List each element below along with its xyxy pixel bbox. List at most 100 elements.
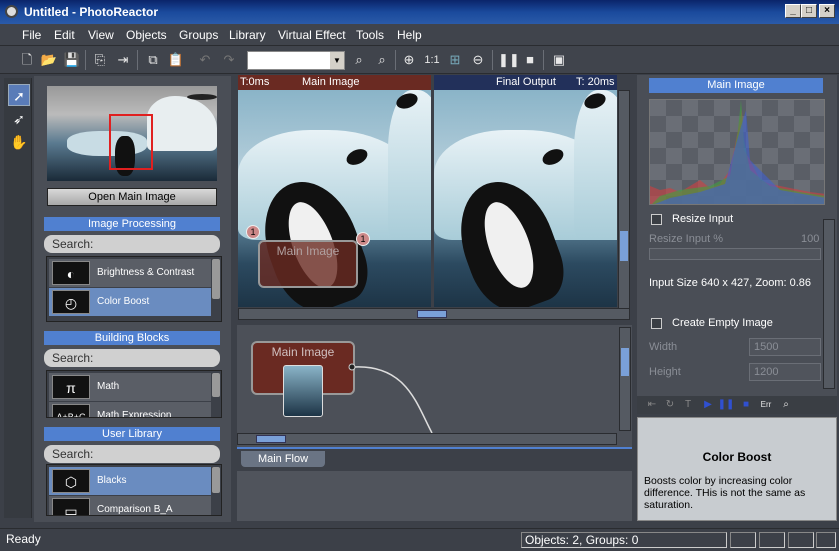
status-bar: Ready Objects: 2, Groups: 0 [0,528,839,551]
view-vscrollbar[interactable] [618,90,630,310]
player-bar: ⇤ ↻ T ▶ ❚❚ ■ Err ⌕ [637,396,837,414]
close-button[interactable]: × [819,4,835,18]
binoculars-icon[interactable]: ⌕ [350,51,368,69]
main-image-view[interactable]: T:0ms Main Image Main Image 1 1 [238,75,431,307]
tab-main-flow[interactable]: Main Flow [241,451,325,467]
scroll-thumb[interactable] [620,231,628,261]
menu-virtual-effect[interactable]: Virtual Effect [278,28,346,42]
zoom-1to1-button[interactable]: 1:1 [422,51,442,69]
section-header-building-blocks[interactable]: Building Blocks [44,331,220,345]
stop-icon[interactable]: ■ [521,51,539,69]
properties-scrollbar[interactable] [823,219,835,389]
step-back-icon[interactable]: ⇤ [643,396,661,414]
scroll-thumb[interactable] [417,310,447,318]
main-image-node[interactable]: Main Image [258,240,358,288]
menu-help[interactable]: Help [397,28,422,42]
resize-pct-slider[interactable] [649,248,821,260]
zoom-out-icon[interactable]: ⊖ [469,51,487,69]
open-icon[interactable]: 📂 [40,51,58,69]
tool-strip: ➚ ➶ ✋ [4,78,32,518]
flow-panel-bottom [237,471,632,521]
list-item-brightness[interactable]: ◐ Brightness & Contrast [49,259,211,287]
copy-icon[interactable]: ⧉ [144,51,162,69]
create-empty-checkbox[interactable] [651,318,662,329]
flow-vscrollbar[interactable] [619,327,631,431]
menu-objects[interactable]: Objects [126,28,167,42]
menu-library[interactable]: Library [229,28,266,42]
preset-dropdown[interactable]: ▼ [247,51,345,70]
play-icon[interactable]: ▶ [699,396,717,414]
status-grip [816,532,836,548]
pointer-icon[interactable]: ➚ [8,84,30,106]
fit-icon[interactable]: ⊞ [446,51,464,69]
status-cell [730,532,756,548]
view-rect[interactable] [109,114,153,170]
flow-hscrollbar[interactable] [237,433,617,445]
binoculars-find-icon[interactable]: ⌕ [373,51,391,69]
node-title: Main Image [276,244,340,258]
search-input[interactable]: Search: [44,445,220,463]
scroll-thumb[interactable] [621,348,629,376]
view-hscrollbar[interactable] [238,308,630,320]
minimize-button[interactable]: _ [785,4,801,18]
stop-icon[interactable]: ■ [737,396,755,414]
app-icon [5,5,18,18]
select-icon[interactable]: ➶ [8,108,30,130]
menu-file[interactable]: File [22,28,41,42]
list-item-math-expression[interactable]: A+B+C Math Expression [49,402,211,417]
maximize-button[interactable]: □ [801,4,817,18]
resize-input-checkbox[interactable] [651,214,662,225]
cube-icon: ⬡ [52,469,90,493]
pause-icon[interactable]: ❚❚ [498,51,520,69]
resize-input-label: Resize Input [672,213,734,225]
error-button[interactable]: Err [757,396,775,414]
loop-icon[interactable]: ↻ [661,396,679,414]
pi-icon: π [52,375,90,399]
menu-tools[interactable]: Tools [356,28,384,42]
search-input[interactable]: Search: [44,349,220,367]
menu-view[interactable]: View [88,28,114,42]
layout-icon[interactable]: ▣ [550,51,568,69]
section-header-user-library[interactable]: User Library [44,427,220,441]
list-scrollbar[interactable] [212,259,220,299]
binoculars-icon[interactable]: ⌕ [777,396,795,414]
title-bar: Untitled - PhotoReactor _ □ × [0,0,839,24]
chevron-down-icon[interactable]: ▼ [330,52,344,69]
input-size-label: Input Size 640 x 427, Zoom: 0.86 [649,277,812,289]
image-thumbnail[interactable] [47,86,217,181]
zoom-in-icon[interactable]: ⊕ [400,51,418,69]
list-item-color-boost[interactable]: ◴ Color Boost [49,288,211,316]
view-time: T: 20ms [576,76,615,88]
t-icon[interactable]: T [679,396,697,414]
list-item-math[interactable]: π Math [49,373,211,401]
menu-edit[interactable]: Edit [54,28,75,42]
pause-icon[interactable]: ❚❚ [717,396,735,414]
new-icon[interactable]: 🗋 [18,51,36,69]
section-header-image-processing[interactable]: Image Processing [44,217,220,231]
scroll-thumb[interactable] [256,435,286,443]
open-main-image-button[interactable]: Open Main Image [47,188,217,206]
flow-tab-bar: Main Flow [237,447,632,467]
redo-icon[interactable]: ↷ [220,51,238,69]
save-icon[interactable]: 💾 [63,51,81,69]
paste-icon[interactable]: 📋 [167,51,185,69]
height-field[interactable]: 1200 [749,363,821,381]
list-scrollbar[interactable] [212,373,220,397]
view-header: Final Output T: 20ms [434,75,617,90]
list-item-comparison[interactable]: ▭ Comparison B_A [49,496,211,515]
export-icon[interactable]: ⇥ [114,51,132,69]
final-output-view[interactable]: Final Output T: 20ms [434,75,617,307]
info-box: Color Boost Boosts color by increasing c… [637,417,837,521]
flow-canvas[interactable]: Main Image [237,325,632,447]
undo-icon[interactable]: ↶ [196,51,214,69]
resize-pct-label: Resize Input % [649,233,723,245]
hand-icon[interactable]: ✋ [8,131,30,153]
import-icon[interactable]: ⎘ [91,51,109,69]
info-title: Color Boost [702,450,772,464]
list-scrollbar[interactable] [212,467,220,493]
search-input[interactable]: Search: [44,235,220,253]
menu-groups[interactable]: Groups [179,28,218,42]
list-item-blacks[interactable]: ⬡ Blacks [49,467,211,495]
width-label: Width [649,341,678,353]
width-field[interactable]: 1500 [749,338,821,356]
